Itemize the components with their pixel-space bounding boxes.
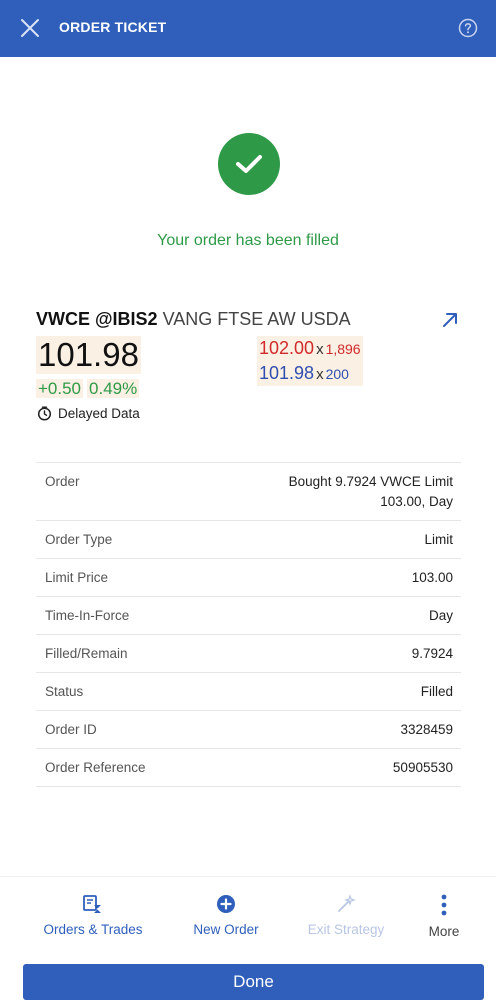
- ask-price: 102.00: [259, 338, 315, 358]
- detail-label: Order Type: [45, 532, 113, 547]
- order-details-table: Order Bought 9.7924 VWCE Limit 103.00, D…: [36, 462, 461, 787]
- order-filled-message: Your order has been filled: [157, 232, 339, 249]
- bid-separator: x: [316, 366, 324, 383]
- detail-value: 50905530: [392, 760, 453, 775]
- magic-wand-icon: [338, 894, 356, 912]
- detail-row-order-type: Order Type Limit: [36, 521, 461, 559]
- ask-size: 1,896: [325, 341, 361, 357]
- detail-value: 103.00: [411, 570, 453, 585]
- detail-value: 3328459: [400, 722, 453, 737]
- help-icon[interactable]: [458, 18, 478, 38]
- orders-trades-label: Orders & Trades: [43, 922, 143, 937]
- instrument-symbol: VWCE @IBIS2 VANG FTSE AW USDA: [36, 309, 351, 330]
- detail-row-order: Order Bought 9.7924 VWCE Limit 103.00, D…: [36, 463, 461, 521]
- change-percent: 0.49%: [87, 379, 140, 398]
- detail-label: Filled/Remain: [45, 646, 128, 661]
- delayed-data-label: Delayed Data: [58, 406, 140, 421]
- detail-value: Limit: [424, 532, 453, 547]
- more-button[interactable]: More: [420, 894, 468, 939]
- bid-price: 101.98: [259, 363, 315, 383]
- header-bar: ORDER TICKET: [0, 0, 496, 57]
- more-label: More: [428, 924, 460, 939]
- detail-row-order-reference: Order Reference 50905530: [36, 749, 461, 787]
- checkmark-icon: [218, 133, 280, 195]
- detail-label: Status: [45, 684, 84, 699]
- detail-label: Order ID: [45, 722, 97, 737]
- detail-row-time-in-force: Time-In-Force Day: [36, 597, 461, 635]
- bottom-action-bar: Orders & Trades New Order Exit Strategy …: [0, 876, 496, 961]
- exit-strategy-button[interactable]: Exit Strategy: [302, 894, 390, 937]
- done-button[interactable]: Done: [23, 964, 484, 1000]
- open-external-icon[interactable]: [440, 310, 460, 330]
- bid-ask-quotes: 102.00 x 1,896 101.98 x 200: [257, 336, 363, 386]
- vertical-dots-icon: [441, 894, 447, 916]
- instrument-description: VANG FTSE AW USDA: [162, 309, 351, 329]
- detail-value: 9.7924: [411, 646, 453, 661]
- new-order-button[interactable]: New Order: [186, 894, 266, 937]
- detail-label: Order: [45, 474, 80, 489]
- orders-trades-button[interactable]: Orders & Trades: [36, 894, 150, 937]
- detail-row-filled-remain: Filled/Remain 9.7924: [36, 635, 461, 673]
- detail-label: Time-In-Force: [45, 608, 130, 623]
- bid-quote: 101.98 x 200: [257, 361, 363, 386]
- orders-trades-icon: [83, 895, 101, 913]
- plus-circle-icon: [217, 895, 235, 913]
- close-icon[interactable]: [19, 17, 41, 39]
- delayed-data-indicator: Delayed Data: [37, 406, 140, 421]
- last-price: 101.98: [36, 336, 141, 374]
- price-change: +0.50 0.49%: [36, 379, 140, 399]
- detail-label: Order Reference: [45, 760, 146, 775]
- change-value: +0.50: [36, 379, 84, 398]
- detail-label: Limit Price: [45, 570, 109, 585]
- new-order-label: New Order: [193, 922, 259, 937]
- ask-separator: x: [316, 341, 324, 358]
- detail-value: Day: [428, 608, 453, 623]
- bid-size: 200: [325, 366, 349, 382]
- detail-value: Bought 9.7924 VWCE Limit 103.00, Day: [288, 474, 453, 509]
- instrument-ticker: VWCE @IBIS2: [36, 309, 158, 329]
- detail-value: Filled: [420, 684, 453, 699]
- detail-row-limit-price: Limit Price 103.00: [36, 559, 461, 597]
- clock-icon: [37, 406, 52, 421]
- detail-row-status: Status Filled: [36, 673, 461, 711]
- exit-strategy-label: Exit Strategy: [307, 922, 385, 937]
- page-title: ORDER TICKET: [59, 19, 167, 35]
- detail-row-order-id: Order ID 3328459: [36, 711, 461, 749]
- ask-quote: 102.00 x 1,896: [257, 336, 363, 361]
